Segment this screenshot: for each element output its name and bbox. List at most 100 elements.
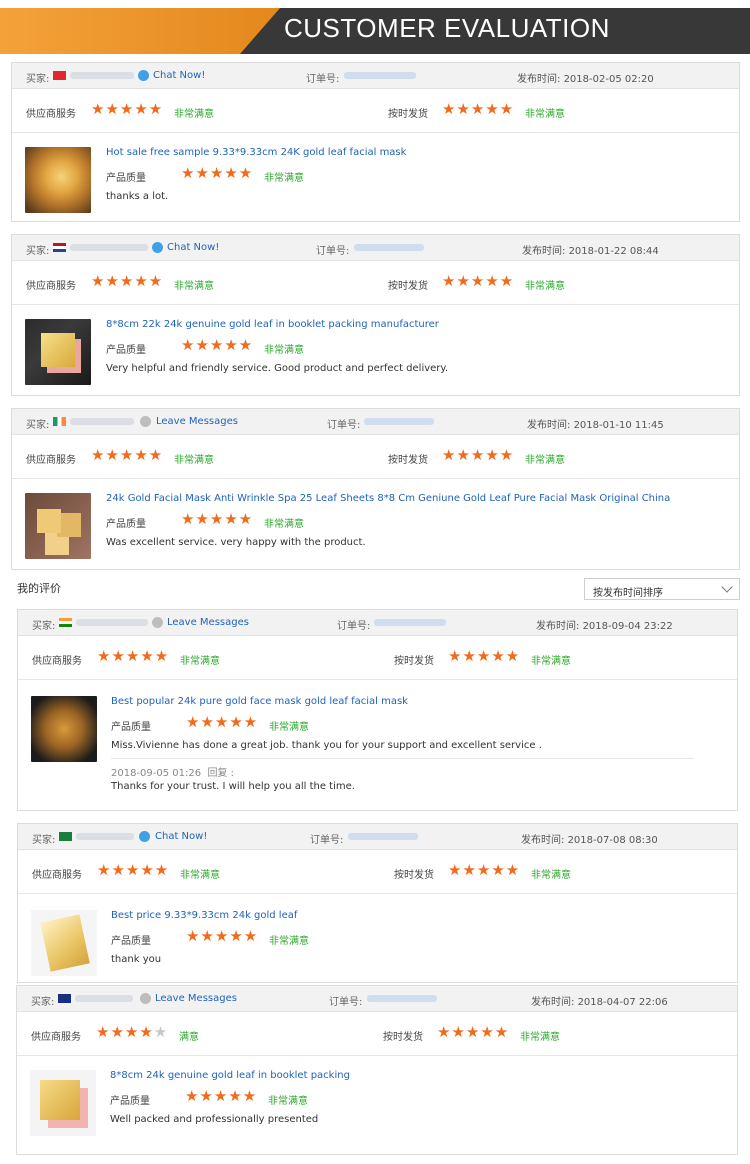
- rating-row: 供应商服务 ★★★★★ 满意 按时发货 ★★★★★ 非常满意: [17, 1012, 737, 1056]
- on-time-label: 按时发货: [388, 109, 428, 120]
- buyer-name-redacted: [70, 244, 148, 251]
- chat-icon[interactable]: [139, 831, 150, 842]
- publish-time: 发布时间: 2018-04-07 22:06: [531, 993, 668, 1008]
- review-header: 买家: Leave Messages 订单号: 发布时间: 2018-09-04…: [18, 610, 737, 636]
- publish-date: 2018-07-08 08:30: [567, 835, 658, 846]
- supplier-service-rating: 非常满意: [174, 455, 214, 466]
- review-card: 买家: Leave Messages 订单号: 发布时间: 2018-09-04…: [17, 609, 738, 811]
- on-time-rating: 非常满意: [525, 109, 565, 120]
- publish-time: 发布时间: 2018-01-10 11:45: [527, 416, 664, 431]
- product-quality-label: 产品质量: [110, 1096, 150, 1107]
- product-link[interactable]: 8*8cm 22k 24k genuine gold leaf in bookl…: [106, 319, 439, 330]
- supplier-service-rating: 非常满意: [174, 281, 214, 292]
- publish-time: 发布时间: 2018-09-04 23:22: [536, 617, 673, 632]
- review-card: 买家: Chat Now! 订单号: 发布时间: 2018-02-05 02:2…: [11, 62, 740, 222]
- review-card: 买家: Leave Messages 订单号: 发布时间: 2018-01-10…: [11, 408, 740, 570]
- rating-row: 供应商服务 ★★★★★ 非常满意 按时发货 ★★★★★ 非常满意: [18, 636, 737, 680]
- message-icon[interactable]: [140, 993, 151, 1004]
- leave-messages-link[interactable]: Leave Messages: [167, 617, 249, 628]
- product-thumbnail[interactable]: [25, 493, 91, 559]
- publish-label: 发布时间:: [531, 997, 575, 1008]
- product-quality-stars: ★★★★★: [181, 510, 254, 528]
- sort-dropdown[interactable]: 按发布时间排序: [584, 578, 740, 600]
- order-number-redacted: [367, 995, 437, 1002]
- order-label: 订单号:: [329, 997, 363, 1008]
- on-time-label: 按时发货: [383, 1032, 423, 1043]
- on-time-stars: ★★★★★: [442, 100, 515, 118]
- product-section: Best price 9.33*9.33cm 24k gold leaf 产品质…: [18, 894, 737, 982]
- order-label: 订单号:: [337, 621, 371, 632]
- product-thumbnail[interactable]: [30, 1070, 96, 1136]
- supplier-service-label: 供应商服务: [26, 109, 76, 120]
- buyer-name-redacted: [70, 418, 134, 425]
- product-link[interactable]: Best price 9.33*9.33cm 24k gold leaf: [111, 910, 297, 921]
- order-label: 订单号:: [310, 835, 344, 846]
- on-time-label: 按时发货: [394, 870, 434, 881]
- product-quality-stars: ★★★★★: [181, 164, 254, 182]
- publish-date: 2018-09-04 23:22: [582, 621, 673, 632]
- product-section: Best popular 24k pure gold face mask gol…: [18, 680, 737, 810]
- chat-now-link[interactable]: Chat Now!: [155, 831, 207, 842]
- buyer-name-redacted: [76, 833, 134, 840]
- buyer-name-redacted: [70, 72, 134, 79]
- publish-time: 发布时间: 2018-07-08 08:30: [521, 831, 658, 846]
- buyer-label: 买家:: [32, 835, 56, 846]
- product-quality-rating: 非常满意: [268, 1096, 308, 1107]
- product-link[interactable]: 24k Gold Facial Mask Anti Wrinkle Spa 25…: [106, 493, 670, 504]
- order-label: 订单号:: [306, 74, 340, 85]
- buyer-name-redacted: [76, 619, 148, 626]
- supplier-service-label: 供应商服务: [32, 656, 82, 667]
- on-time-stars: ★★★★★: [448, 647, 521, 665]
- order-number-redacted: [374, 619, 446, 626]
- product-link[interactable]: Best popular 24k pure gold face mask gol…: [111, 696, 408, 707]
- supplier-service-label: 供应商服务: [32, 870, 82, 881]
- review-card: 买家: Leave Messages 订单号: 发布时间: 2018-04-07…: [16, 985, 738, 1155]
- publish-date: 2018-04-07 22:06: [577, 997, 668, 1008]
- product-section: 8*8cm 24k genuine gold leaf in booklet p…: [17, 1056, 737, 1154]
- country-flag-icon: [59, 832, 72, 841]
- publish-label: 发布时间:: [517, 74, 561, 85]
- rating-row: 供应商服务 ★★★★★ 非常满意 按时发货 ★★★★★ 非常满意: [18, 850, 737, 894]
- on-time-rating: 非常满意: [525, 281, 565, 292]
- publish-date: 2018-01-10 11:45: [573, 420, 664, 431]
- on-time-label: 按时发货: [388, 455, 428, 466]
- supplier-service-rating: 非常满意: [180, 870, 220, 881]
- leave-messages-link[interactable]: Leave Messages: [155, 993, 237, 1004]
- banner-title: CUSTOMER EVALUATION: [284, 13, 610, 43]
- product-link[interactable]: 8*8cm 24k genuine gold leaf in booklet p…: [110, 1070, 350, 1081]
- chat-icon[interactable]: [138, 70, 149, 81]
- review-comment: Miss.Vivienne has done a great job. than…: [111, 740, 542, 751]
- product-link[interactable]: Hot sale free sample 9.33*9.33cm 24K gol…: [106, 147, 406, 158]
- product-thumbnail[interactable]: [25, 319, 91, 385]
- publish-time: 发布时间: 2018-02-05 02:20: [517, 70, 654, 85]
- message-icon[interactable]: [140, 416, 151, 427]
- country-flag-icon: [58, 994, 71, 1003]
- chat-now-link[interactable]: Chat Now!: [153, 70, 205, 81]
- order-number-redacted: [354, 244, 424, 251]
- product-thumbnail[interactable]: [31, 910, 97, 976]
- product-quality-rating: 非常满意: [269, 722, 309, 733]
- on-time-label: 按时发货: [394, 656, 434, 667]
- on-time-rating: 非常满意: [531, 656, 571, 667]
- supplier-service-rating: 非常满意: [180, 656, 220, 667]
- supplier-service-stars: ★★★★★: [97, 647, 170, 665]
- on-time-rating: 非常满意: [525, 455, 565, 466]
- rating-row: 供应商服务 ★★★★★ 非常满意 按时发货 ★★★★★ 非常满意: [12, 261, 739, 305]
- review-comment: thanks a lot.: [106, 191, 169, 202]
- supplier-service-label: 供应商服务: [26, 455, 76, 466]
- product-section: Hot sale free sample 9.33*9.33cm 24K gol…: [12, 133, 739, 221]
- buyer-label: 买家:: [26, 74, 50, 85]
- review-header: 买家: Leave Messages 订单号: 发布时间: 2018-01-10…: [12, 409, 739, 435]
- product-thumbnail[interactable]: [31, 696, 97, 762]
- publish-date: 2018-01-22 08:44: [568, 246, 659, 257]
- leave-messages-link[interactable]: Leave Messages: [156, 416, 238, 427]
- supplier-service-stars: ★★★★★: [97, 861, 170, 879]
- message-icon[interactable]: [152, 617, 163, 628]
- chat-icon[interactable]: [152, 242, 163, 253]
- product-thumbnail[interactable]: [25, 147, 91, 213]
- reply-label: 回复 :: [207, 768, 235, 779]
- product-quality-rating: 非常满意: [269, 936, 309, 947]
- review-comment: thank you: [111, 954, 162, 965]
- review-header: 买家: Chat Now! 订单号: 发布时间: 2018-02-05 02:2…: [12, 63, 739, 89]
- chat-now-link[interactable]: Chat Now!: [167, 242, 219, 253]
